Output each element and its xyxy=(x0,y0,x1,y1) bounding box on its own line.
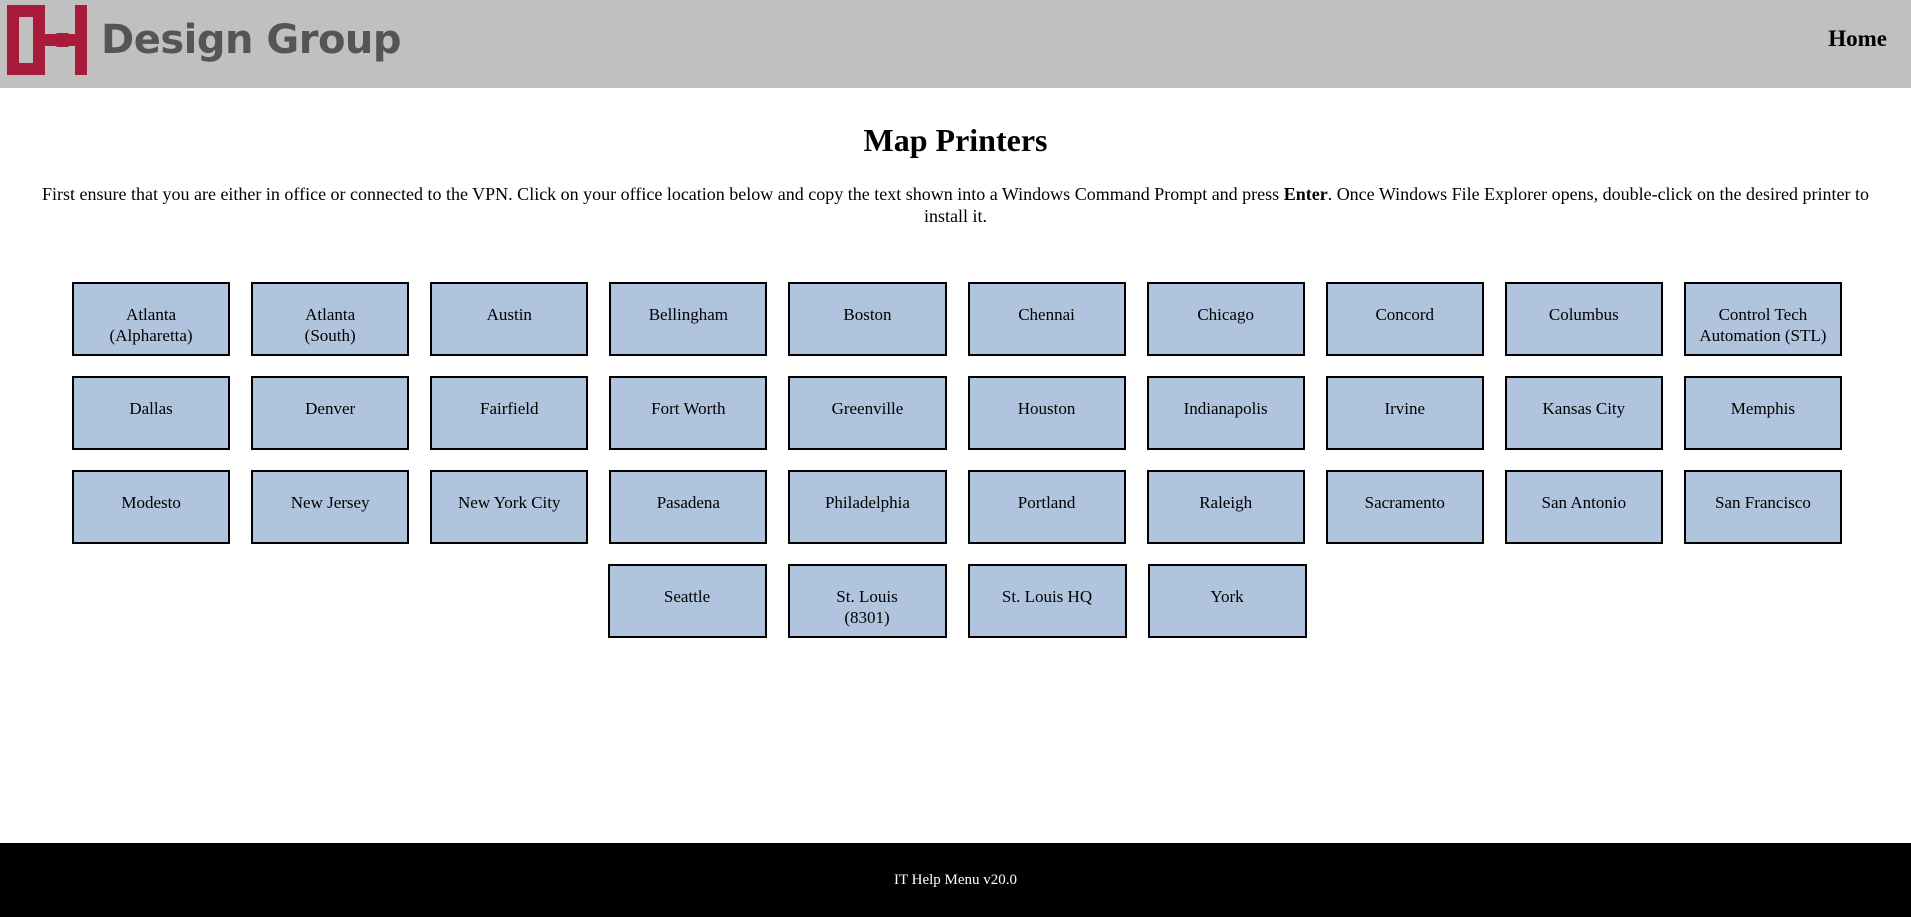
location-button-label: Denver xyxy=(305,399,356,418)
location-button[interactable]: Fort Worth xyxy=(609,376,768,450)
location-button-label: New Jersey xyxy=(290,493,370,512)
location-button[interactable]: Dallas xyxy=(72,376,231,450)
location-button[interactable]: New Jersey xyxy=(251,470,410,544)
footer: IT Help Menu v20.0 xyxy=(0,843,1911,917)
instructions-part-1: First ensure that you are either in offi… xyxy=(41,184,1284,204)
location-button-label: Atlanta (South) xyxy=(304,305,356,345)
location-button-label: Chennai xyxy=(1018,305,1075,324)
location-button-label: St. Louis (8301) xyxy=(836,587,898,627)
location-button-label: Chicago xyxy=(1197,305,1254,324)
location-button[interactable]: Sacramento xyxy=(1325,470,1484,544)
location-button-label: Houston xyxy=(1017,399,1076,418)
location-button[interactable]: York xyxy=(1147,564,1307,638)
location-button-label: Portland xyxy=(1017,493,1076,512)
location-button-label: Seattle xyxy=(663,587,711,606)
location-button-label: St. Louis HQ xyxy=(1001,587,1093,606)
location-button[interactable]: Philadelphia xyxy=(788,470,947,544)
page-title: Map Printers xyxy=(863,122,1048,158)
location-button[interactable]: Indianapolis xyxy=(1146,376,1305,450)
location-button[interactable]: Kansas City xyxy=(1504,376,1663,450)
location-button[interactable]: Seattle xyxy=(607,564,767,638)
location-button[interactable]: Concord xyxy=(1325,282,1484,356)
location-button[interactable]: Chennai xyxy=(967,282,1126,356)
location-button-label: Sacramento xyxy=(1364,493,1445,512)
instructions-enter-key: Enter xyxy=(1283,184,1328,204)
location-button[interactable]: Houston xyxy=(967,376,1126,450)
location-button[interactable]: St. Louis HQ xyxy=(967,564,1127,638)
location-button[interactable]: Boston xyxy=(788,282,947,356)
location-button-label: Columbus xyxy=(1548,305,1619,324)
location-button-label: Control Tech Automation (STL) xyxy=(1699,305,1827,345)
location-button-label: Pasadena xyxy=(656,493,720,512)
location-button[interactable]: Denver xyxy=(251,376,410,450)
location-button[interactable]: Bellingham xyxy=(609,282,768,356)
location-button[interactable]: Portland xyxy=(967,470,1126,544)
home-link[interactable]: Home xyxy=(1828,26,1887,52)
location-button-label: Boston xyxy=(843,305,892,324)
location-button[interactable]: Irvine xyxy=(1325,376,1484,450)
location-button[interactable]: St. Louis (8301) xyxy=(787,564,947,638)
instructions-text: First ensure that you are either in offi… xyxy=(18,183,1893,227)
location-button-label: Modesto xyxy=(121,493,181,512)
location-button-label: New York City xyxy=(458,493,561,512)
location-button[interactable]: Greenville xyxy=(788,376,947,450)
location-button-label: San Antonio xyxy=(1541,493,1627,512)
location-button[interactable]: Memphis xyxy=(1683,376,1842,450)
location-button[interactable]: Raleigh xyxy=(1146,470,1305,544)
location-button[interactable]: Atlanta (South) xyxy=(251,282,410,356)
location-grid: Atlanta (Alpharetta) Atlanta (South) Austi… xyxy=(72,282,1842,658)
location-button[interactable]: Fairfield xyxy=(430,376,589,450)
location-button-label: Greenville xyxy=(831,399,904,418)
location-row: Modesto New Jersey New York City Pasadena Ph… xyxy=(72,470,1842,544)
location-button-label: Indianapolis xyxy=(1183,399,1268,418)
location-button-label: Kansas City xyxy=(1542,399,1626,418)
location-button[interactable]: Chicago xyxy=(1146,282,1305,356)
location-button[interactable]: San Francisco xyxy=(1683,470,1842,544)
dg-logo-icon xyxy=(7,5,87,75)
location-row: Dallas Denver Fairfield Fort Worth Greenvill… xyxy=(72,376,1842,450)
header-bar: Design Group Home xyxy=(0,0,1911,88)
location-button-label: Dallas xyxy=(129,399,173,418)
location-button[interactable]: Austin xyxy=(430,282,589,356)
footer-version-text: IT Help Menu v20.0 xyxy=(893,872,1018,888)
location-button[interactable]: New York City xyxy=(430,470,589,544)
location-button-label: Irvine xyxy=(1384,399,1426,418)
logo[interactable]: Design Group xyxy=(7,5,402,75)
location-button[interactable]: Modesto xyxy=(72,470,231,544)
location-button-label: Fort Worth xyxy=(651,399,726,418)
location-button[interactable]: Columbus xyxy=(1504,282,1663,356)
location-button-label: York xyxy=(1210,587,1244,606)
location-button[interactable]: San Antonio xyxy=(1504,470,1663,544)
location-button-label: Atlanta (Alpharetta) xyxy=(109,305,193,345)
location-button[interactable]: Control Tech Automation (STL) xyxy=(1683,282,1842,356)
location-button[interactable]: Pasadena xyxy=(609,470,768,544)
location-button-label: San Francisco xyxy=(1715,493,1811,512)
location-button[interactable]: Atlanta (Alpharetta) xyxy=(72,282,231,356)
location-button-label: Concord xyxy=(1375,305,1434,324)
location-button-label: Raleigh xyxy=(1199,493,1253,512)
location-button-label: Fairfield xyxy=(479,399,539,418)
location-button-label: Bellingham xyxy=(648,305,729,324)
location-button-label: Austin xyxy=(486,305,532,324)
brand-name: Design Group xyxy=(101,17,402,63)
location-row: Atlanta (Alpharetta) Atlanta (South) Austi… xyxy=(72,282,1842,356)
location-button-label: Memphis xyxy=(1730,399,1796,418)
location-button-label: Philadelphia xyxy=(824,493,910,512)
location-row: Seattle St. Louis (8301) St. Louis HQ York xyxy=(72,564,1842,638)
